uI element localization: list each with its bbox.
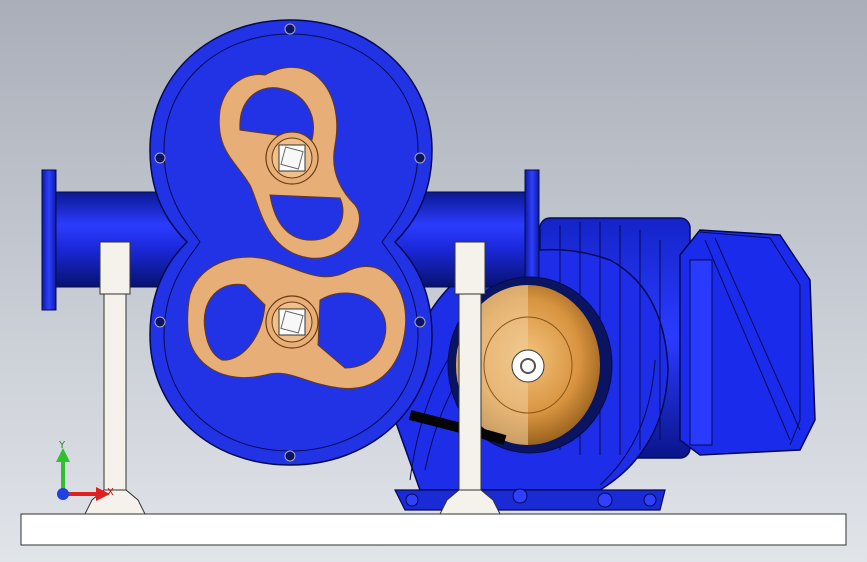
motor-junction-box[interactable]	[679, 229, 816, 456]
triad-x-label: X	[107, 487, 114, 498]
base-plate[interactable]	[20, 513, 847, 546]
triad-z-axis	[57, 488, 69, 500]
graphics-viewport[interactable]: Y X	[0, 0, 867, 562]
lower-rotor[interactable]	[187, 256, 407, 389]
triad-y-label: Y	[59, 440, 66, 451]
cad-model-view[interactable]	[0, 0, 867, 562]
coordinate-triad	[56, 448, 110, 501]
